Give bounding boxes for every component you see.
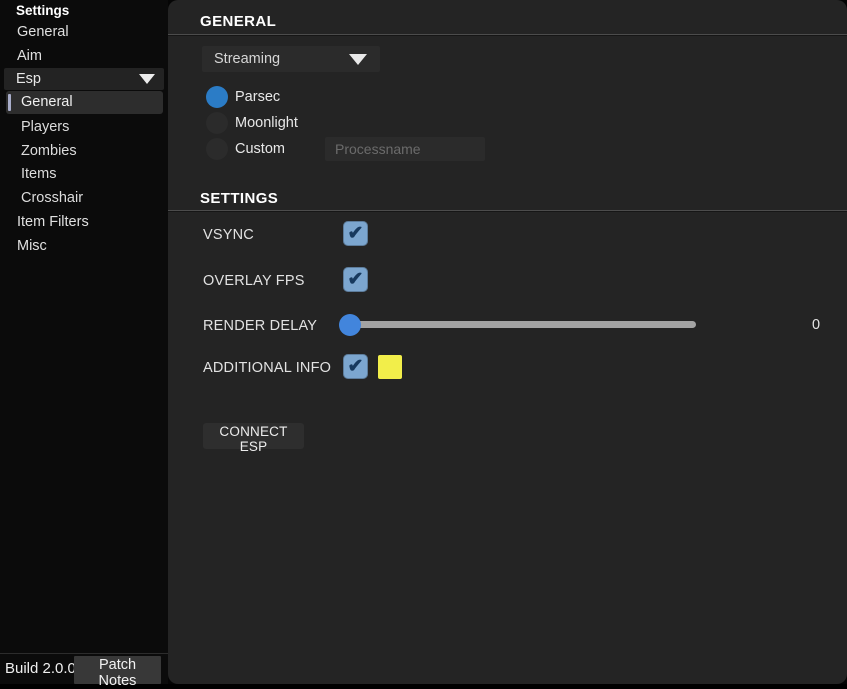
selected-indicator bbox=[8, 94, 11, 111]
general-section-title: GENERAL bbox=[200, 13, 276, 30]
chevron-down-icon bbox=[139, 74, 155, 84]
section-divider bbox=[168, 210, 847, 211]
sidebar-item-misc[interactable]: Misc bbox=[17, 236, 47, 256]
sidebar-item-esp-general[interactable]: General bbox=[6, 91, 163, 114]
radio-moonlight[interactable] bbox=[206, 112, 228, 134]
render-delay-slider-thumb[interactable] bbox=[339, 314, 361, 336]
sidebar-item-general[interactable]: General bbox=[17, 22, 69, 42]
section-divider bbox=[168, 34, 847, 35]
footer-divider bbox=[0, 653, 168, 654]
sidebar-item-item-filters[interactable]: Item Filters bbox=[17, 212, 89, 232]
settings-window: Settings General Aim Esp General Players… bbox=[0, 0, 847, 684]
sidebar-item-aim[interactable]: Aim bbox=[17, 46, 42, 66]
check-icon: ✔ bbox=[348, 356, 364, 377]
radio-moonlight-label[interactable]: Moonlight bbox=[235, 113, 298, 133]
connect-esp-button[interactable]: CONNECT ESP bbox=[203, 423, 304, 449]
patch-notes-button[interactable]: Patch Notes bbox=[74, 656, 161, 684]
radio-parsec-label[interactable]: Parsec bbox=[235, 87, 280, 107]
radio-custom-label[interactable]: Custom bbox=[235, 139, 285, 159]
sidebar-item-esp-items[interactable]: Items bbox=[21, 164, 56, 184]
chevron-down-icon bbox=[349, 54, 367, 65]
sidebar-item-esp-zombies[interactable]: Zombies bbox=[21, 141, 77, 161]
render-delay-label: RENDER DELAY bbox=[203, 317, 317, 335]
settings-section-title: SETTINGS bbox=[200, 190, 278, 207]
radio-custom[interactable] bbox=[206, 138, 228, 160]
streaming-dropdown-value: Streaming bbox=[214, 51, 280, 67]
check-icon: ✔ bbox=[348, 223, 364, 244]
vsync-label: VSYNC bbox=[203, 226, 254, 244]
additional-info-checkbox[interactable]: ✔ bbox=[343, 354, 368, 379]
sidebar-sub-label: General bbox=[21, 94, 73, 110]
render-delay-value: 0 bbox=[804, 317, 828, 333]
additional-info-color-swatch[interactable] bbox=[378, 355, 402, 379]
sidebar-title: Settings bbox=[16, 3, 69, 18]
sidebar-item-esp-crosshair[interactable]: Crosshair bbox=[21, 188, 83, 208]
processname-input[interactable] bbox=[325, 137, 485, 161]
sidebar-dropdown-esp[interactable]: Esp bbox=[4, 68, 164, 90]
radio-parsec[interactable] bbox=[206, 86, 228, 108]
sidebar-item-esp-players[interactable]: Players bbox=[21, 117, 69, 137]
overlay-fps-checkbox[interactable]: ✔ bbox=[343, 267, 368, 292]
main-panel: GENERAL Streaming Parsec Moonlight Custo… bbox=[168, 0, 847, 684]
build-version-label: Build 2.0.0 bbox=[5, 660, 76, 677]
streaming-dropdown[interactable]: Streaming bbox=[202, 46, 380, 72]
esp-label: Esp bbox=[16, 71, 41, 87]
check-icon: ✔ bbox=[348, 269, 364, 290]
additional-info-label: ADDITIONAL INFO bbox=[203, 359, 331, 377]
overlay-fps-label: OVERLAY FPS bbox=[203, 272, 305, 290]
vsync-checkbox[interactable]: ✔ bbox=[343, 221, 368, 246]
sidebar: Settings General Aim Esp General Players… bbox=[0, 0, 168, 684]
render-delay-slider-track[interactable] bbox=[350, 321, 696, 328]
